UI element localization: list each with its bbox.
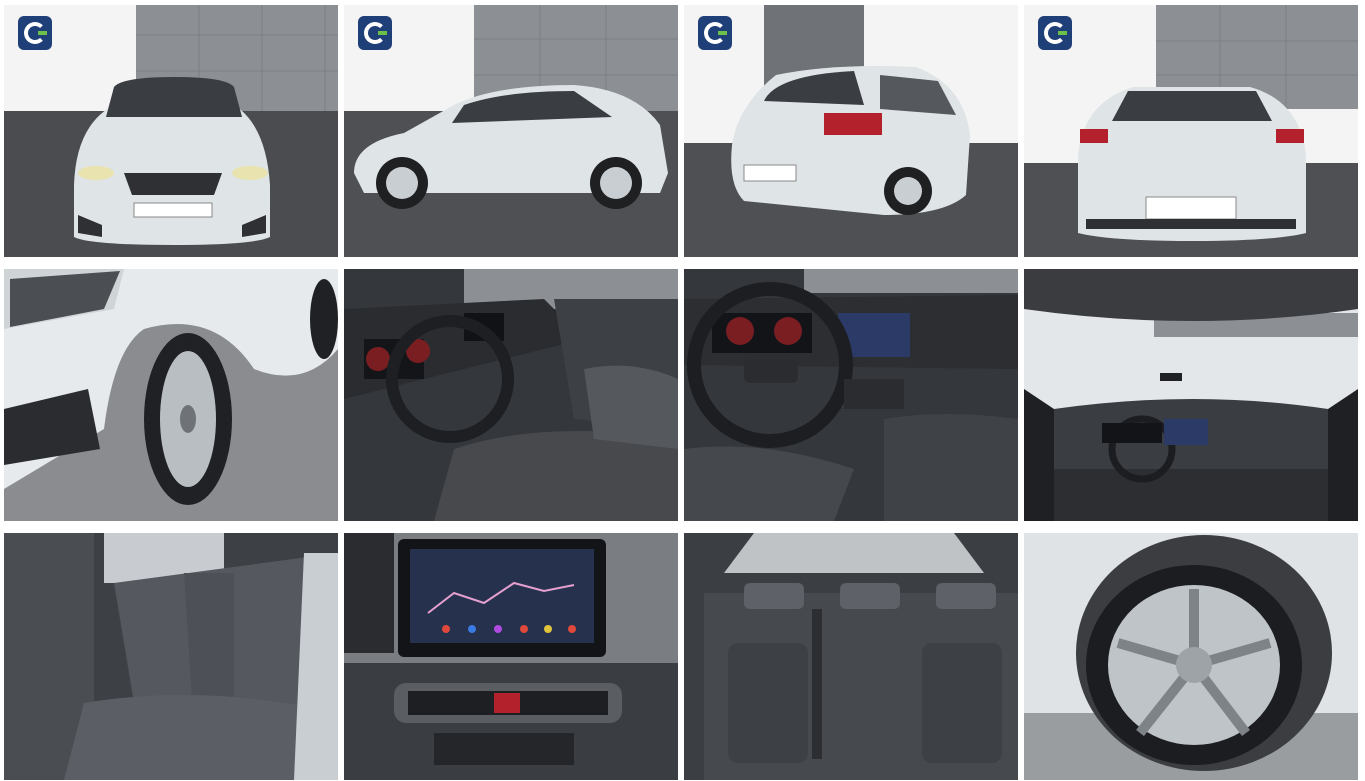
photo-steering-wheel-dashboard[interactable] xyxy=(684,269,1018,521)
dealer-logo-icon xyxy=(358,16,392,50)
photo-front[interactable] xyxy=(4,5,338,257)
photo-rear-three-quarter[interactable] xyxy=(684,5,1018,257)
dealer-logo-icon xyxy=(1038,16,1072,50)
photo-side[interactable] xyxy=(344,5,678,257)
photo-rear-seats-side[interactable] xyxy=(4,533,338,780)
dealer-logo-icon xyxy=(18,16,52,50)
photo-infotainment-screen[interactable] xyxy=(344,533,678,780)
photo-interior-panorama-roof[interactable] xyxy=(1024,269,1358,521)
photo-front-wheel-detail[interactable] xyxy=(4,269,338,521)
photo-dashboard-driver-door[interactable] xyxy=(344,269,678,521)
photo-rear-bench[interactable] xyxy=(684,533,1018,780)
dealer-logo-icon xyxy=(698,16,732,50)
photo-alloy-wheel[interactable] xyxy=(1024,533,1358,780)
photo-gallery xyxy=(0,0,1365,781)
photo-rear[interactable] xyxy=(1024,5,1358,257)
